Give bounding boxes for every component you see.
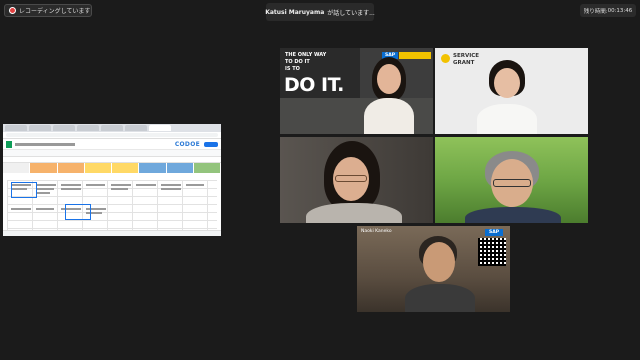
browser-tab[interactable] (101, 125, 123, 131)
sheet-header: CODOE (3, 139, 221, 150)
address-bar[interactable] (3, 132, 221, 139)
speaker-name: Katusi Maruyama (265, 8, 325, 16)
record-icon (9, 7, 16, 14)
speaker-suffix: が話しています... (327, 9, 375, 17)
poster-small-2: TO DO IT (285, 59, 310, 65)
browser-tab[interactable] (77, 125, 99, 131)
poster-small-1: THE ONLY WAY (285, 52, 327, 58)
video-tile-do-it[interactable]: THE ONLY WAY TO DO IT IS TO DO IT. SAP (280, 48, 433, 134)
recording-indicator[interactable]: レコーディングしています... (4, 4, 92, 17)
person-face (423, 242, 455, 282)
person-body (465, 207, 561, 223)
sheets-logo-icon (6, 140, 12, 148)
selected-cell[interactable] (65, 204, 91, 220)
glasses-icon (335, 175, 367, 182)
browser-tab[interactable] (125, 125, 147, 131)
recording-label: レコーディングしています... (19, 8, 92, 15)
sheet-title[interactable] (15, 142, 75, 146)
qr-code-icon (478, 238, 506, 266)
video-tile-naoki[interactable]: Naoki Kaneko SAP (357, 226, 510, 312)
active-speaker-banner: Katusi Maruyama が話しています... (265, 3, 375, 21)
timer-value: 00:13:46 (607, 7, 633, 14)
selected-cell[interactable] (11, 182, 37, 198)
timer-label: 残り時間: (583, 8, 608, 15)
browser-tab[interactable] (5, 125, 27, 131)
sheet-tabs[interactable] (3, 230, 221, 236)
video-tile-service-grant[interactable]: SERVICE GRANT (435, 48, 588, 134)
logo-line-1: SERVICE (453, 53, 480, 59)
person-body (306, 203, 402, 223)
glasses-icon (493, 179, 531, 187)
person-body (405, 284, 475, 312)
poster-small-3: IS TO (285, 66, 300, 72)
person-face (494, 68, 520, 98)
video-tile-laughing-woman[interactable] (280, 137, 433, 223)
browser-tab-bar[interactable] (3, 124, 221, 132)
participant-name: Naoki Kaneko (361, 229, 392, 234)
share-button[interactable] (204, 141, 218, 147)
logo-line-2: GRANT (453, 60, 475, 66)
sheet-toolbar[interactable] (3, 150, 221, 157)
name-tag (399, 52, 431, 59)
video-tile-man-glasses[interactable] (435, 137, 588, 223)
service-grant-logo-icon (441, 54, 450, 63)
shared-screen[interactable]: CODOE (3, 124, 221, 236)
poster-big: DO IT. (284, 74, 344, 96)
person-body (364, 98, 414, 134)
sap-badge: SAP (485, 229, 503, 236)
person-face (377, 64, 401, 94)
sheet-color-headers (3, 163, 221, 173)
remaining-time: 残り時間: 00:13:46 (580, 4, 636, 17)
browser-tab[interactable] (53, 125, 75, 131)
person-body (477, 104, 537, 134)
brand-logo: CODOE (174, 140, 200, 148)
browser-tab[interactable] (29, 125, 51, 131)
browser-tab-active[interactable] (149, 125, 171, 131)
